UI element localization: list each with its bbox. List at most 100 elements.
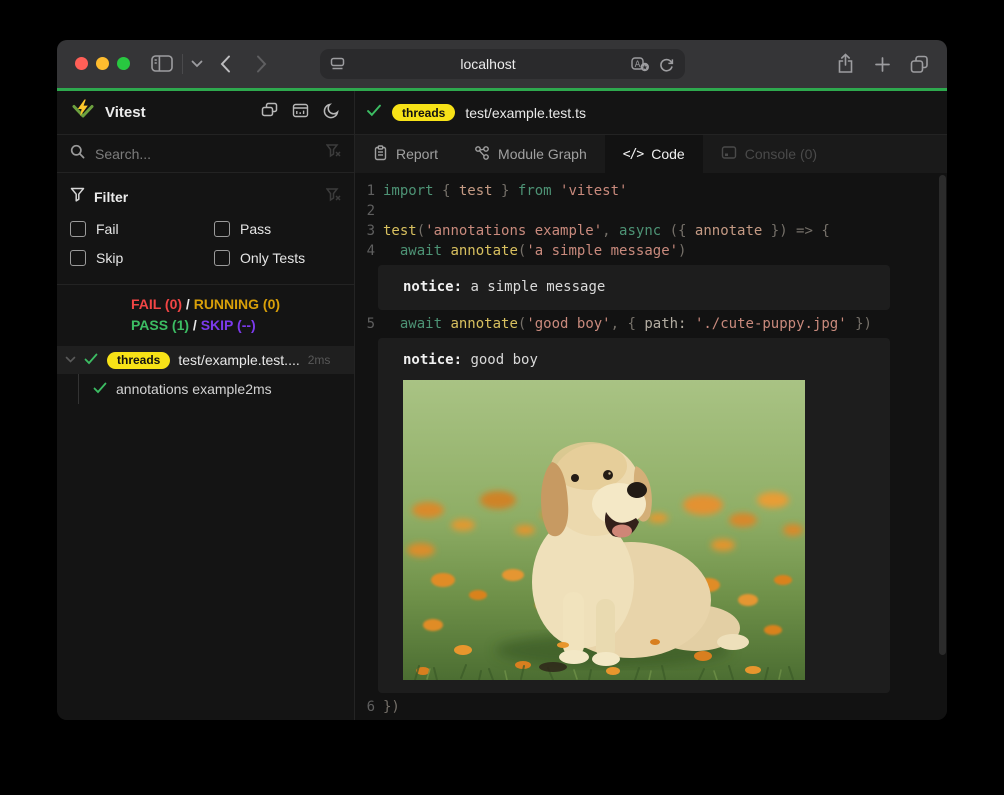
annotation-label: notice: bbox=[403, 279, 462, 295]
filter-funnel-icon bbox=[70, 187, 85, 207]
tab-report[interactable]: Report bbox=[355, 135, 456, 173]
summary-line-1: FAIL (0) / RUNNING (0) bbox=[131, 294, 280, 315]
filter-section: Filter Fail bbox=[57, 173, 354, 284]
line-number: 1 bbox=[355, 181, 378, 201]
code-text: }) bbox=[383, 697, 400, 717]
test-tree: threads test/example.test.... 2ms annota… bbox=[57, 346, 354, 404]
code-icon: </> bbox=[623, 147, 643, 162]
translate-icon[interactable]: A ★ bbox=[631, 57, 650, 72]
code-text: import { test } from 'vitest' bbox=[383, 181, 627, 201]
checkbox-pass[interactable]: Pass bbox=[214, 221, 341, 237]
checkbox-box[interactable] bbox=[70, 221, 86, 237]
line-number: 4 bbox=[355, 241, 378, 261]
duration: 2ms bbox=[245, 381, 271, 397]
code-editor[interactable]: 1import { test } from 'vitest'23test('an… bbox=[355, 173, 947, 720]
module-graph-icon bbox=[474, 145, 490, 164]
line-number: 6 bbox=[355, 697, 378, 717]
fail-count: FAIL (0) bbox=[131, 296, 182, 312]
dark-mode-moon-icon[interactable] bbox=[323, 102, 340, 124]
reload-icon[interactable] bbox=[659, 57, 674, 72]
pool-badge: threads bbox=[107, 352, 170, 369]
new-tab-icon[interactable] bbox=[875, 57, 890, 72]
pool-badge: threads bbox=[392, 104, 455, 121]
desktop: localhost A ★ bbox=[0, 0, 1004, 795]
clear-filter-icon[interactable] bbox=[326, 188, 341, 207]
checkbox-fail[interactable]: Fail bbox=[70, 221, 214, 237]
divider bbox=[182, 54, 183, 74]
tab-overview-icon[interactable] bbox=[910, 55, 929, 74]
zoom-window-button[interactable] bbox=[117, 57, 130, 70]
minimize-window-button[interactable] bbox=[96, 57, 109, 70]
line-number: 3 bbox=[355, 221, 378, 241]
vitest-logo-icon bbox=[71, 98, 95, 127]
checkbox-box[interactable] bbox=[214, 221, 230, 237]
search-input[interactable] bbox=[95, 146, 326, 162]
line-number: 5 bbox=[355, 314, 378, 334]
file-name: test/example.test.... bbox=[178, 352, 299, 368]
code-line: 6}) bbox=[355, 697, 947, 717]
tree-row-test-case[interactable]: annotations example 2ms bbox=[78, 374, 354, 404]
annotation-message: a simple message bbox=[462, 279, 605, 295]
pass-check-icon bbox=[84, 352, 98, 368]
collapse-panels-icon[interactable] bbox=[261, 102, 278, 124]
pass-check-icon bbox=[93, 381, 107, 397]
file-header: threads test/example.test.ts bbox=[355, 91, 947, 135]
sidebar-toggle-icon[interactable] bbox=[151, 54, 173, 74]
url-text: localhost bbox=[345, 56, 631, 72]
summary-line-2: PASS (1) / SKIP (--) bbox=[131, 315, 280, 336]
running-count: RUNNING (0) bbox=[194, 296, 280, 312]
checkbox-box[interactable] bbox=[214, 250, 230, 266]
test-summary: FAIL (0) / RUNNING (0) PASS (1) / SKIP (… bbox=[57, 285, 354, 343]
tab-module-graph[interactable]: Module Graph bbox=[456, 135, 605, 173]
dashboard-icon[interactable] bbox=[292, 102, 309, 124]
annotation-image-cute-puppy bbox=[403, 380, 805, 680]
cute-puppy-picture bbox=[403, 380, 805, 680]
line-number: 2 bbox=[355, 201, 378, 221]
filter-title: Filter bbox=[94, 189, 128, 205]
annotation-notice: notice: good boy bbox=[378, 338, 890, 693]
annotation-label: notice: bbox=[403, 352, 462, 368]
share-icon[interactable] bbox=[837, 53, 854, 74]
clear-search-filter-icon[interactable] bbox=[326, 144, 341, 163]
sidebar-header: Vitest bbox=[57, 91, 354, 135]
chevron-down-icon[interactable] bbox=[191, 60, 203, 68]
tab-bar: Report Module Graph </> Code bbox=[355, 135, 947, 173]
console-icon bbox=[721, 145, 737, 163]
tree-row-test-file[interactable]: threads test/example.test.... 2ms bbox=[57, 346, 354, 374]
annotation-message: good boy bbox=[462, 352, 538, 368]
code-line: 3test('annotations example', async ({ an… bbox=[355, 221, 947, 241]
code-line: 2 bbox=[355, 201, 947, 221]
code-line: 1import { test } from 'vitest' bbox=[355, 181, 947, 201]
test-name: annotations example bbox=[116, 381, 245, 397]
reader-icon[interactable] bbox=[330, 57, 345, 71]
report-icon bbox=[373, 145, 388, 164]
skip-count: SKIP (--) bbox=[201, 317, 256, 333]
main-panel: threads test/example.test.ts Report bbox=[355, 91, 947, 720]
browser-chrome: localhost A ★ bbox=[57, 40, 947, 88]
code-editor-lines: 1import { test } from 'vitest'23test('an… bbox=[355, 181, 947, 717]
code-text: await annotate('good boy', { path: './cu… bbox=[383, 314, 872, 334]
tab-code[interactable]: </> Code bbox=[605, 135, 703, 173]
sidebar: Vitest bbox=[57, 91, 355, 720]
code-text: test('annotations example', async ({ ann… bbox=[383, 221, 830, 241]
app-title: Vitest bbox=[105, 104, 146, 121]
address-bar[interactable]: localhost A ★ bbox=[320, 49, 685, 79]
checkbox-box[interactable] bbox=[70, 250, 86, 266]
chevron-down-icon[interactable] bbox=[65, 352, 76, 368]
checkbox-skip[interactable]: Skip bbox=[70, 250, 214, 266]
pass-count: PASS (1) bbox=[131, 317, 189, 333]
browser-window: localhost A ★ bbox=[57, 40, 947, 720]
scrollbar-thumb[interactable] bbox=[939, 175, 946, 655]
close-window-button[interactable] bbox=[75, 57, 88, 70]
duration: 2ms bbox=[308, 353, 331, 367]
checkbox-only-tests[interactable]: Only Tests bbox=[214, 250, 341, 266]
forward-icon[interactable] bbox=[256, 55, 267, 73]
traffic-lights bbox=[75, 57, 130, 70]
annotation-notice: notice: a simple message bbox=[378, 265, 890, 310]
tab-console[interactable]: Console (0) bbox=[703, 135, 835, 173]
back-icon[interactable] bbox=[220, 55, 231, 73]
search-bar bbox=[57, 135, 354, 173]
svg-text:A: A bbox=[635, 59, 641, 69]
open-file-path: test/example.test.ts bbox=[465, 105, 586, 121]
code-text: await annotate('a simple message') bbox=[383, 241, 686, 261]
